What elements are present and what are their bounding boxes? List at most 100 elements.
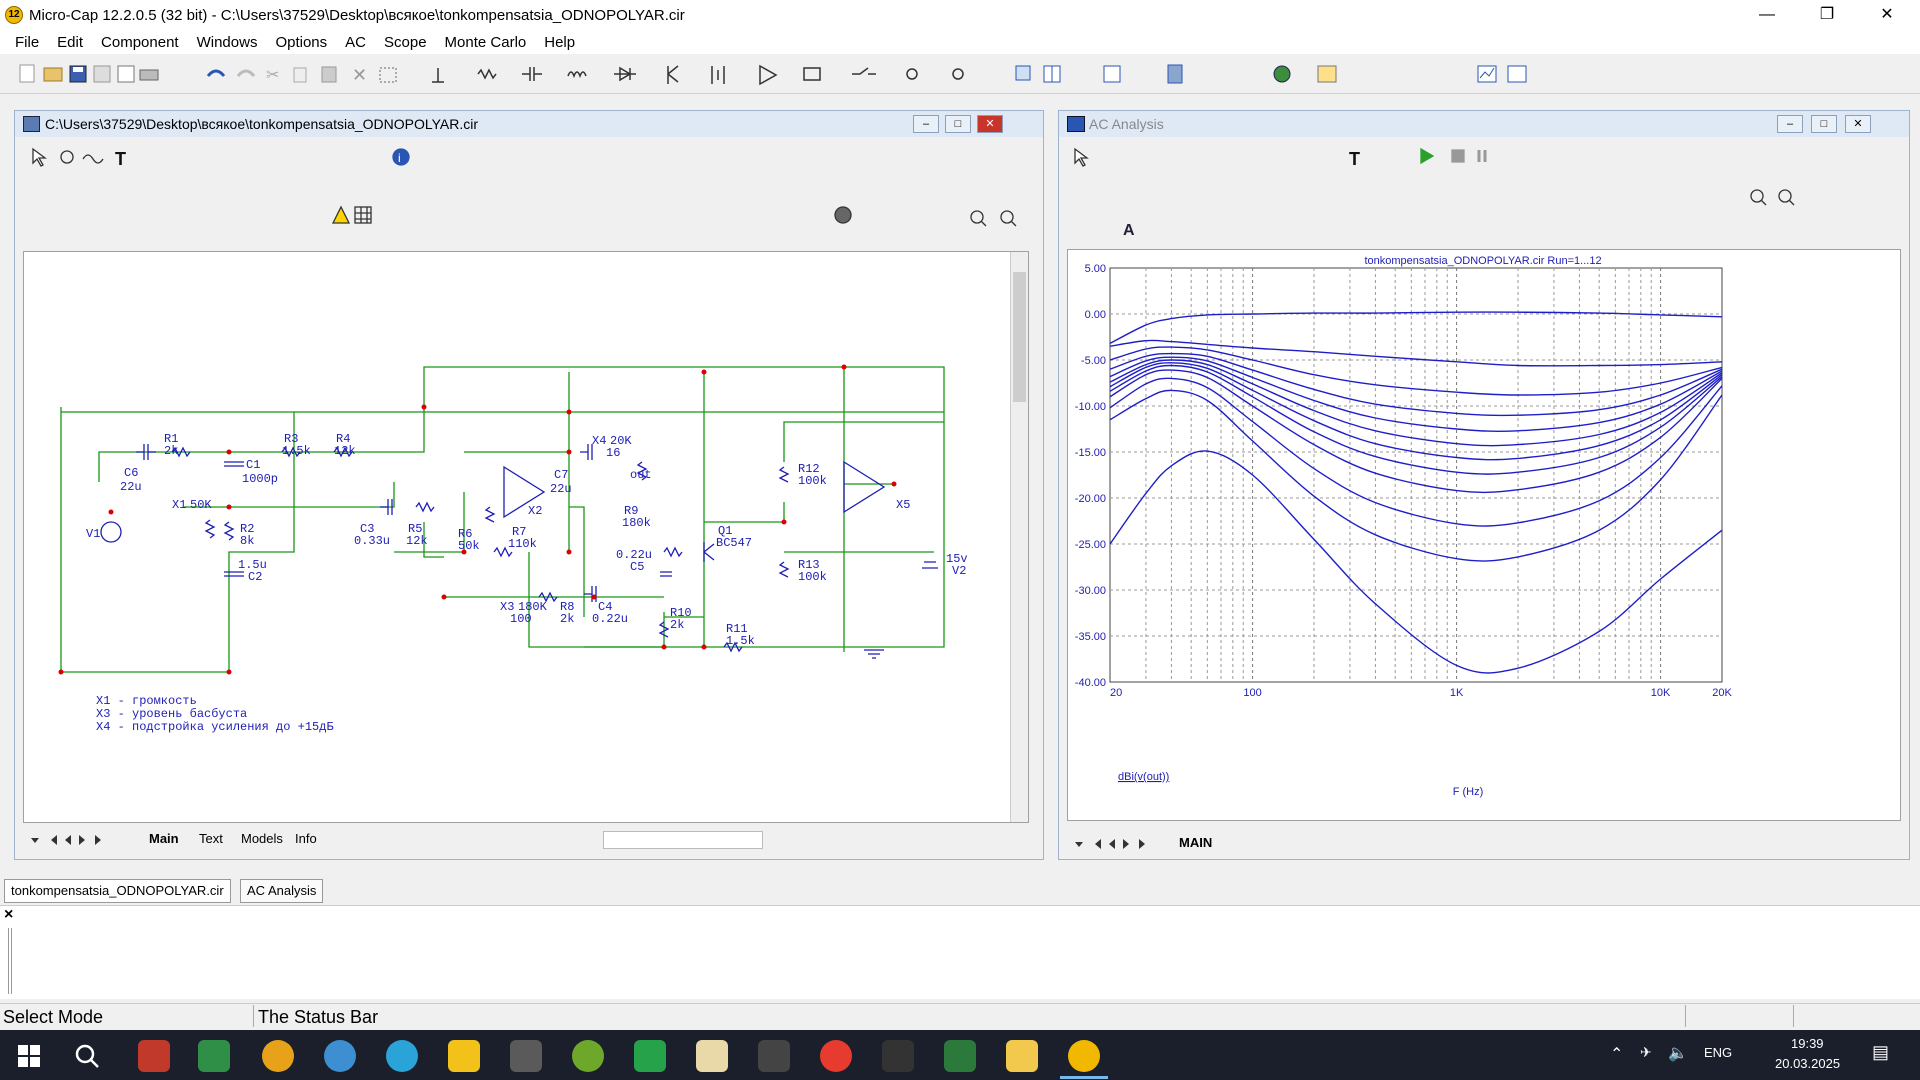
volume-icon[interactable]: 🔈 (1668, 1043, 1688, 1063)
menu-ac[interactable]: AC (336, 34, 375, 51)
taskbar-app-mp3[interactable] (198, 1040, 230, 1072)
tab-main[interactable]: Main (149, 831, 179, 846)
capacitor-tool-icon[interactable] (522, 67, 542, 81)
taskbar-app-triangle[interactable] (448, 1040, 480, 1072)
port-tool-icon[interactable] (906, 68, 918, 80)
schematic-horizontal-scrollbar[interactable] (603, 831, 763, 849)
schematic-minimize-button[interactable]: – (913, 115, 939, 133)
close-button[interactable]: ✕ (1864, 0, 1910, 30)
taskbar-app-browser[interactable] (262, 1040, 294, 1072)
telegram-icon[interactable] (386, 1040, 418, 1072)
microcap-taskbar-icon[interactable] (1068, 1040, 1100, 1072)
info-icon[interactable]: i (392, 148, 410, 166)
tray-chevron-icon[interactable]: ⌃ (1610, 1044, 1623, 1064)
menu-windows[interactable]: Windows (188, 34, 267, 51)
macro-tool-icon[interactable] (803, 67, 821, 81)
tab-info[interactable]: Info (295, 831, 317, 846)
cut-icon[interactable]: ✂ (266, 67, 279, 84)
schematic-maximize-button[interactable]: □ (945, 115, 971, 133)
tab-main-plot[interactable]: MAIN (1179, 835, 1212, 850)
font-icon[interactable]: A (1123, 222, 1135, 239)
folder-icon[interactable] (1006, 1040, 1038, 1072)
text-tool-icon[interactable]: T (1349, 149, 1360, 169)
plot-tool-icon[interactable] (1507, 65, 1527, 83)
open-file-icon[interactable] (43, 67, 63, 82)
redo-icon[interactable] (236, 69, 256, 77)
new-file-icon[interactable] (19, 64, 35, 83)
save-icon[interactable] (69, 65, 87, 83)
taskbar-app-phone[interactable] (634, 1040, 666, 1072)
close-output-icon[interactable]: × (4, 906, 13, 924)
schematic-scroll-thumb[interactable] (1013, 272, 1026, 402)
warning-icon[interactable] (331, 205, 351, 224)
taskbar-app-1[interactable] (138, 1040, 170, 1072)
language-indicator[interactable]: ENG (1704, 1045, 1732, 1060)
menu-file[interactable]: File (6, 34, 48, 51)
pan-hand-icon[interactable] (60, 150, 74, 164)
analysis-tool-icon[interactable] (1477, 65, 1497, 83)
schematic-close-button[interactable]: ✕ (977, 115, 1003, 133)
start-icon[interactable] (18, 1045, 40, 1067)
grid-toggle-icon[interactable] (354, 206, 372, 224)
stop-icon[interactable] (1451, 149, 1465, 163)
output-splitter[interactable] (8, 928, 12, 994)
doc-tab-analysis[interactable]: AC Analysis (240, 879, 324, 903)
select-arrow-icon[interactable] (1074, 147, 1089, 167)
taskbar-app-green[interactable] (572, 1040, 604, 1072)
analysis-maximize-button[interactable]: □ (1811, 115, 1837, 133)
component-editor-icon[interactable] (1317, 65, 1337, 83)
opamp-tool-icon[interactable] (759, 64, 778, 86)
pause-icon[interactable] (1477, 150, 1487, 162)
select-arrow-icon[interactable] (32, 147, 47, 167)
taskbar-app-shield[interactable] (944, 1040, 976, 1072)
diode-tool-icon[interactable] (614, 66, 636, 82)
zoom-in-icon[interactable] (970, 210, 987, 227)
battery-tool-icon[interactable] (711, 66, 725, 84)
menu-monte-carlo[interactable]: Monte Carlo (436, 34, 536, 51)
schematic-canvas[interactable]: R1 2k C6 22u R3 1.5k R4 12k C1 1000p X1 … (23, 251, 1029, 823)
clock-date[interactable]: 20.03.2025 (1775, 1056, 1840, 1071)
wire-tool-icon[interactable] (82, 154, 104, 164)
menu-help[interactable]: Help (535, 34, 584, 51)
probe-tool-icon[interactable] (952, 68, 964, 80)
transistor-tool-icon[interactable] (667, 65, 679, 84)
tile-vertical-icon[interactable] (1043, 65, 1061, 83)
copy-icon[interactable] (293, 67, 307, 83)
paste-icon[interactable] (321, 66, 337, 83)
analysis-tab-nav-arrows[interactable] (1071, 836, 1171, 852)
zoom-out-icon[interactable] (1000, 210, 1017, 227)
taskbar-app-wolf[interactable] (510, 1040, 542, 1072)
print-icon[interactable] (139, 69, 159, 81)
notes-icon[interactable] (696, 1040, 728, 1072)
menu-edit[interactable]: Edit (48, 34, 92, 51)
y-expression-label[interactable]: dBi(v(out)) (1118, 771, 1169, 783)
doc-tab-schematic[interactable]: tonkompensatsia_ODNOPOLYAR.cir (4, 879, 231, 903)
analysis-minimize-button[interactable]: – (1777, 115, 1803, 133)
minimize-button[interactable]: — (1744, 0, 1790, 30)
select-all-icon[interactable] (379, 67, 397, 83)
stop-icon[interactable] (834, 206, 852, 224)
text-tool-icon[interactable]: T (115, 149, 126, 169)
zoom-out-icon[interactable] (1778, 189, 1795, 206)
menu-component[interactable]: Component (92, 34, 188, 51)
tab-text[interactable]: Text (199, 831, 223, 846)
inductor-tool-icon[interactable] (567, 71, 587, 79)
taskbar-app-figure[interactable] (758, 1040, 790, 1072)
cascade-windows-icon[interactable] (1015, 65, 1031, 81)
save-all-icon[interactable] (93, 65, 111, 83)
plot-canvas[interactable]: tonkompensatsia_ODNOPOLYAR.cir Run=1...1… (1067, 249, 1901, 821)
calculator-icon[interactable] (1167, 64, 1183, 84)
search-icon[interactable] (74, 1043, 100, 1069)
menu-scope[interactable]: Scope (375, 34, 436, 51)
globe-icon[interactable] (1273, 65, 1291, 83)
clock-time[interactable]: 19:39 (1791, 1036, 1824, 1051)
run-icon[interactable] (1420, 147, 1435, 165)
tab-nav-arrows[interactable] (27, 832, 137, 848)
undo-icon[interactable] (206, 69, 226, 77)
zoom-in-icon[interactable] (1750, 189, 1767, 206)
resistor-tool-icon[interactable] (477, 68, 497, 80)
taskbar-app-film[interactable] (882, 1040, 914, 1072)
ground-tool-icon[interactable] (432, 68, 444, 83)
notifications-icon[interactable]: ▤ (1872, 1042, 1889, 1063)
tile-horizontal-icon[interactable] (1103, 65, 1121, 83)
